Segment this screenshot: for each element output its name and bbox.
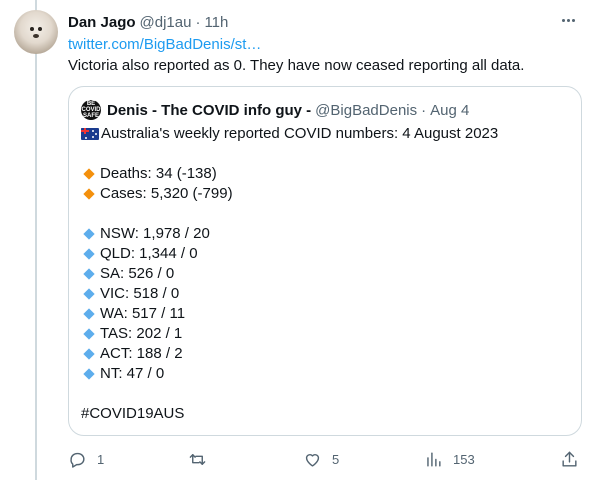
thread-line bbox=[35, 0, 37, 480]
blue-diamond-icon bbox=[83, 308, 95, 320]
state-line: WA: 517 / 11 bbox=[81, 304, 569, 324]
quote-avatar[interactable]: BE COVID SAFE bbox=[81, 100, 101, 120]
views-count: 153 bbox=[453, 451, 475, 467]
state-line: NSW: 1,978 / 20 bbox=[81, 224, 569, 244]
quoted-tweet[interactable]: BE COVID SAFE Denis - The COVID info guy… bbox=[68, 86, 582, 436]
quote-headline-line: Australia's weekly reported COVID number… bbox=[81, 124, 569, 144]
reply-button[interactable]: 1 bbox=[68, 448, 104, 470]
state-text: SA: 526 / 0 bbox=[100, 265, 175, 282]
summary-text: Cases: 5,320 (-799) bbox=[100, 185, 233, 202]
separator-dot: · bbox=[195, 13, 201, 31]
quote-author-handle[interactable]: @BigBadDenis bbox=[315, 102, 417, 119]
hashtag[interactable]: #COVID19AUS bbox=[81, 404, 184, 424]
state-line: VIC: 518 / 0 bbox=[81, 284, 569, 304]
summary-text: Deaths: 34 (-138) bbox=[100, 165, 217, 182]
action-bar: 1 5 153 bbox=[68, 448, 580, 470]
state-text: TAS: 202 / 1 bbox=[100, 325, 183, 342]
state-line: SA: 526 / 0 bbox=[81, 264, 569, 284]
reply-count: 1 bbox=[97, 451, 105, 467]
retweet-button[interactable] bbox=[188, 448, 217, 470]
tweet-link[interactable]: twitter.com/BigBadDenis/st… bbox=[68, 36, 261, 53]
avatar-nose bbox=[33, 34, 39, 38]
retweet-icon bbox=[189, 453, 206, 465]
australia-flag-icon bbox=[81, 128, 99, 140]
quote-headline: Australia's weekly reported COVID number… bbox=[101, 125, 499, 142]
state-line: NT: 47 / 0 bbox=[81, 364, 569, 384]
blue-diamond-icon bbox=[83, 248, 95, 260]
blue-diamond-icon bbox=[83, 348, 95, 360]
tweet-text: Victoria also reported as 0. They have n… bbox=[68, 57, 525, 74]
quote-header: BE COVID SAFE Denis - The COVID info guy… bbox=[81, 99, 469, 121]
state-text: QLD: 1,344 / 0 bbox=[100, 245, 198, 262]
like-count: 5 bbox=[332, 451, 340, 467]
author-name[interactable]: Dan Jago bbox=[68, 14, 136, 31]
state-text: ACT: 188 / 2 bbox=[100, 345, 183, 362]
blue-diamond-icon bbox=[83, 228, 95, 240]
orange-diamond-icon bbox=[83, 188, 95, 200]
quote-author-name[interactable]: Denis - The COVID info guy - bbox=[107, 102, 311, 119]
author-handle[interactable]: @dj1au bbox=[140, 14, 192, 31]
blue-diamond-icon bbox=[83, 288, 95, 300]
state-line: QLD: 1,344 / 0 bbox=[81, 244, 569, 264]
blue-diamond-icon bbox=[83, 368, 95, 380]
blue-diamond-icon bbox=[83, 268, 95, 280]
tweet-header: Dan Jago @dj1au · 11h bbox=[68, 12, 578, 32]
avatar-eye bbox=[30, 27, 34, 31]
summary-line: Cases: 5,320 (-799) bbox=[81, 184, 569, 204]
state-text: VIC: 518 / 0 bbox=[100, 285, 180, 302]
orange-diamond-icon bbox=[83, 168, 95, 180]
quote-time[interactable]: Aug 4 bbox=[430, 102, 469, 119]
share-icon bbox=[562, 451, 577, 467]
state-text: NT: 47 / 0 bbox=[100, 365, 165, 382]
views-icon bbox=[427, 451, 441, 467]
heart-icon bbox=[305, 453, 320, 467]
separator-dot: · bbox=[421, 101, 427, 119]
more-options-icon[interactable] bbox=[558, 10, 578, 30]
avatar-eye bbox=[38, 27, 42, 31]
views-button[interactable]: 153 bbox=[424, 448, 475, 470]
tweet-time[interactable]: 11h bbox=[204, 14, 228, 31]
avatar[interactable] bbox=[14, 10, 58, 54]
state-line: TAS: 202 / 1 bbox=[81, 324, 569, 344]
state-line: ACT: 188 / 2 bbox=[81, 344, 569, 364]
state-text: WA: 517 / 11 bbox=[100, 305, 186, 322]
reply-icon bbox=[70, 452, 85, 468]
share-button[interactable] bbox=[560, 448, 579, 470]
state-text: NSW: 1,978 / 20 bbox=[100, 225, 210, 242]
blue-diamond-icon bbox=[83, 328, 95, 340]
hashtag-line: #COVID19AUS bbox=[81, 404, 569, 424]
like-button[interactable]: 5 bbox=[303, 448, 339, 470]
summary-line: Deaths: 34 (-138) bbox=[81, 164, 569, 184]
quote-text: Australia's weekly reported COVID number… bbox=[81, 124, 569, 424]
